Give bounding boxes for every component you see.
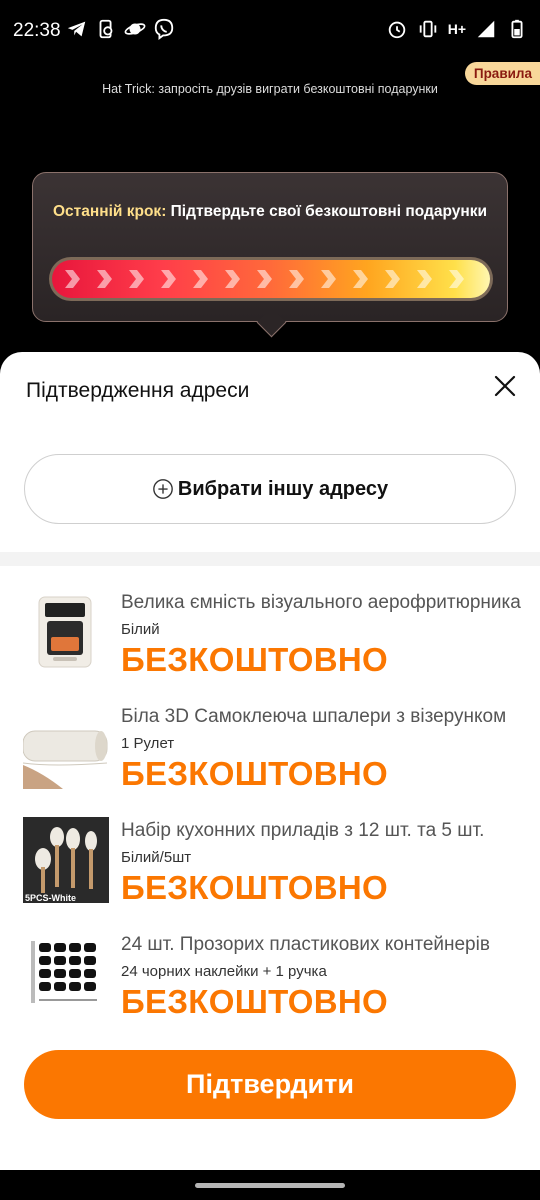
item-variant: 1 Рулет [121, 735, 175, 752]
chevron-right-icon [193, 270, 208, 288]
item-title: Біла 3D Самоклеюча шпалери з візерунком [121, 706, 507, 727]
item-variant: Білий/5шт [121, 849, 192, 866]
item-variant: Білий [121, 621, 160, 638]
promo-banner: Hat Trick: запросіть друзів виграти безк… [0, 62, 540, 112]
telegram-icon [67, 21, 86, 37]
chevron-right-icon [353, 270, 368, 288]
progress-title-accent: Останній крок: [52, 203, 167, 220]
status-time: 22:38 [13, 20, 61, 41]
chevron-right-icon [97, 270, 112, 288]
labels-sheet-image [23, 931, 109, 1017]
item-title: 24 шт. Прозорих пластикових контейнерів [121, 934, 490, 955]
sheet-title: Підтвердження адреси [26, 379, 250, 402]
chevron-right-icon [65, 270, 80, 288]
item-price: БЕЗКОШТОВНО [121, 983, 389, 1020]
progress-bar [49, 257, 493, 301]
chevron-right-icon [385, 270, 400, 288]
battery-icon [511, 19, 523, 39]
list-item[interactable]: 24 шт. Прозорих пластикових контейнерів … [0, 931, 540, 1031]
progress-fill [52, 260, 490, 298]
chevron-right-icon [417, 270, 432, 288]
progress-chevrons [62, 268, 466, 290]
item-price: БЕЗКОШТОВНО [121, 869, 389, 906]
alarm-icon [388, 21, 405, 39]
phone-sync-icon [99, 19, 113, 39]
progress-title: Останній крок: Підтвердьте свої безкошто… [33, 203, 507, 221]
chevron-right-icon [289, 270, 304, 288]
chevron-right-icon [129, 270, 144, 288]
network-label: H+ [447, 21, 466, 37]
notification-icons [66, 18, 175, 40]
item-price: БЕЗКОШТОВНО [121, 755, 389, 792]
status-bar: 22:38 H+ [0, 0, 540, 62]
item-price: БЕЗКОШТОВНО [121, 641, 389, 678]
list-item[interactable]: Велика ємність візуального аерофритюрник… [0, 589, 540, 689]
progress-card: Останній крок: Підтвердьте свої безкошто… [32, 172, 508, 322]
rules-button[interactable]: Правила [464, 62, 540, 85]
signal-icon [477, 20, 495, 38]
plus-circle-icon [153, 479, 173, 499]
choose-other-address-button[interactable]: Вибрати іншу адресу [24, 454, 516, 524]
chevron-right-icon [225, 270, 240, 288]
item-title: Велика ємність візуального аерофритюрник… [121, 592, 521, 613]
vibrate-icon [419, 20, 436, 38]
chevron-right-icon [161, 270, 176, 288]
confirm-button[interactable]: Підтвердити [24, 1050, 516, 1119]
choose-other-address-label: Вибрати іншу адресу [177, 477, 389, 500]
section-divider [0, 552, 540, 566]
progress-title-text: Підтвердьте свої безкоштовні подарунки [166, 203, 487, 220]
system-icons: H+ [386, 18, 528, 40]
thumb-caption: 5PCS-White [25, 893, 76, 903]
home-gesture-handle[interactable] [195, 1183, 345, 1188]
chevron-right-icon [257, 270, 272, 288]
viber-icon [154, 18, 174, 40]
kitchen-utensils-image: 5PCS-White [23, 817, 109, 903]
item-title: Набір кухонних приладів з 12 шт. та 5 шт… [121, 820, 485, 841]
list-item[interactable]: Біла 3D Самоклеюча шпалери з візерунком … [0, 703, 540, 803]
navigation-bar [0, 1170, 540, 1200]
air-fryer-image [23, 589, 109, 675]
chevron-right-icon [449, 270, 464, 288]
address-confirmation-sheet: Підтвердження адреси Вибрати іншу адресу… [0, 352, 540, 1170]
chevron-right-icon [321, 270, 336, 288]
planet-icon [124, 23, 146, 35]
close-icon[interactable] [493, 374, 517, 398]
wallpaper-roll-image [23, 703, 109, 789]
list-item[interactable]: 5PCS-White Набір кухонних приладів з 12 … [0, 817, 540, 917]
promo-text: Hat Trick: запросіть друзів виграти безк… [102, 82, 438, 96]
item-variant: 24 чорних наклейки + 1 ручка [121, 963, 327, 980]
